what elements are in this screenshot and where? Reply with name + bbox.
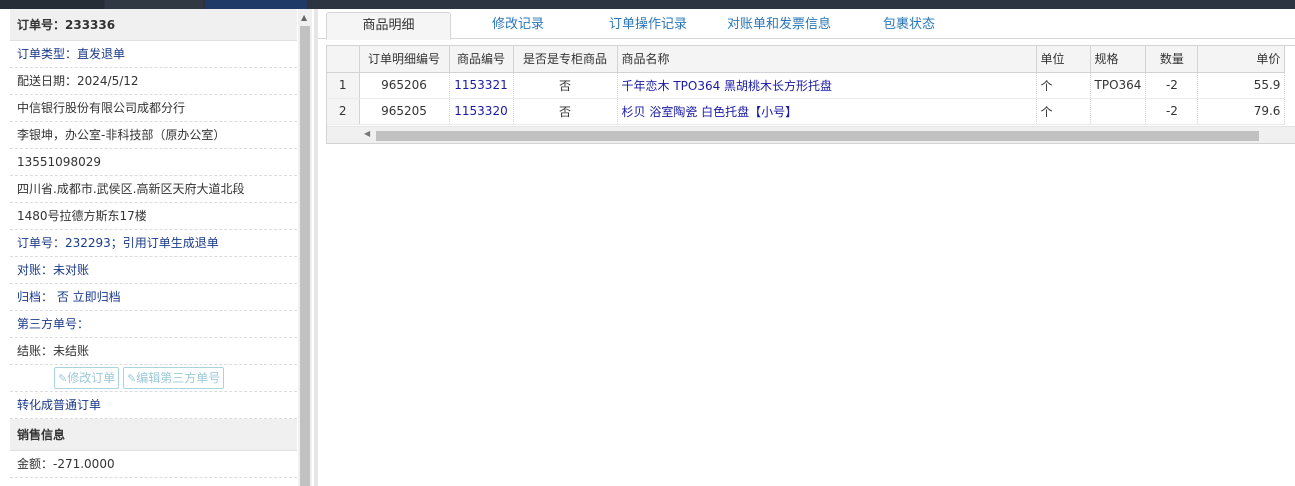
col-unit-price[interactable]: 单价 [1197,46,1286,73]
edit-third-party-button[interactable]: ✎编辑第三方单号 [123,367,225,389]
cell-detail-id: 965205 [359,98,450,125]
order-number-header: 订单号：233336 [10,9,297,41]
company-name: 中信银行股份有限公司成都分行 [10,95,297,122]
cell-spec [1090,98,1147,125]
delivery-date: 配送日期：2024/5/12 [10,68,297,95]
tab-package-status[interactable]: 包裹状态 [868,12,950,40]
phone-number: 13551098029 [10,149,297,176]
order-info-list: 订单号：233336 订单类型：直发退单 配送日期：2024/5/12 中信银行… [10,9,297,486]
table-row[interactable]: 2 965205 1153320 否 杉贝 浴室陶瓷 白色托盘【小号】 个 -2… [327,98,1286,125]
cell-unit: 个 [1036,98,1091,125]
edit-order-button[interactable]: ✎修改订单 [54,367,120,389]
col-detail-id[interactable]: 订单明细编号 [359,46,450,73]
cell-product-name[interactable]: 千年恋木 TPO364 黑胡桃木长方形托盘 [617,72,1037,99]
col-product-id[interactable]: 商品编号 [449,46,514,73]
col-quantity[interactable]: 数量 [1145,46,1199,73]
contact-person: 李银坤，办公室-非科技部（原办公室） [10,122,297,149]
tab-modify-log[interactable]: 修改记录 [476,12,560,40]
reference-order: 订单号：232293；引用订单生成退单 [10,230,297,257]
cell-quantity: -2 [1145,98,1199,125]
left-scrollbar-thumb[interactable] [300,26,310,486]
edit-third-party-label: 编辑第三方单号 [136,371,221,385]
cell-detail-id: 965206 [359,72,450,99]
col-product-name[interactable]: 商品名称 [617,46,1037,73]
third-party-number: 第三方单号： [10,311,297,338]
cell-counter-item: 否 [513,98,618,125]
cell-counter-item: 否 [513,72,618,99]
col-unit[interactable]: 单位 [1036,46,1091,73]
reconcile-status: 对账：未对账 [10,257,297,284]
left-scrollbar[interactable]: ▲ [298,9,312,486]
tab-statement-invoice[interactable]: 对账单和发票信息 [718,12,840,40]
action-buttons: ✎修改订单 ✎编辑第三方单号 [10,365,297,392]
convert-normal-order-link[interactable]: 转化成普通订单 [10,392,297,419]
tab-order-operations[interactable]: 订单操作记录 [598,12,698,40]
panel-divider [314,9,318,486]
product-grid: 订单明细编号 商品编号 是否是专柜商品 商品名称 单位 规格 数量 单价 1 9… [326,45,1295,144]
tab-product-details[interactable]: 商品明细 [326,12,451,40]
col-rownum [327,46,360,73]
top-tab-3-active[interactable] [205,0,307,9]
order-info-panel: 订单号：233336 订单类型：直发退单 配送日期：2024/5/12 中信银行… [0,9,318,486]
detail-tabs: 商品明细 修改记录 订单操作记录 对账单和发票信息 包裹状态 [318,9,1295,40]
cell-unit-price: 55.9 [1197,72,1286,99]
edit-order-label: 修改订单 [67,371,116,385]
top-bar [0,0,1295,9]
cell-product-id[interactable]: 1153321 [449,72,514,99]
scroll-left-arrow-icon[interactable]: ◀ [364,129,370,138]
order-type: 订单类型：直发退单 [10,41,297,68]
edit-icon: ✎ [127,372,137,385]
row-number: 2 [327,98,360,125]
edit-icon: ✎ [58,372,68,385]
archive-status[interactable]: 归档： 否 立即归档 [10,284,297,311]
sales-info-section: 销售信息 [10,419,297,451]
cell-quantity: -2 [1145,72,1199,99]
cell-unit: 个 [1036,72,1091,99]
col-counter-item[interactable]: 是否是专柜商品 [513,46,618,73]
product-table: 订单明细编号 商品编号 是否是专柜商品 商品名称 单位 规格 数量 单价 1 9… [327,46,1286,125]
cell-spec: TPO364 [1090,72,1147,99]
grid-horizontal-scrollbar[interactable]: ◀ [327,126,1295,143]
cell-product-name[interactable]: 杉贝 浴室陶瓷 白色托盘【小号】 [617,98,1037,125]
cell-unit-price: 79.6 [1197,98,1286,125]
table-header-row: 订单明细编号 商品编号 是否是专柜商品 商品名称 单位 规格 数量 单价 [327,46,1286,73]
col-spec[interactable]: 规格 [1090,46,1147,73]
top-tab-1[interactable] [0,0,104,9]
address-line-1: 四川省.成都市.武侯区.高新区天府大道北段 [10,176,297,203]
sales-amount: 金额：-271.0000 [10,451,297,478]
table-row[interactable]: 1 965206 1153321 否 千年恋木 TPO364 黑胡桃木长方形托盘… [327,72,1286,99]
settle-status: 结账：未结账 [10,338,297,365]
grid-scrollbar-thumb[interactable] [376,131,1259,141]
address-line-2: 1480号拉德方斯东17楼 [10,203,297,230]
scroll-up-arrow-icon[interactable]: ▲ [301,13,307,22]
top-tab-2[interactable] [105,0,203,9]
row-number: 1 [327,72,360,99]
cell-product-id[interactable]: 1153320 [449,98,514,125]
